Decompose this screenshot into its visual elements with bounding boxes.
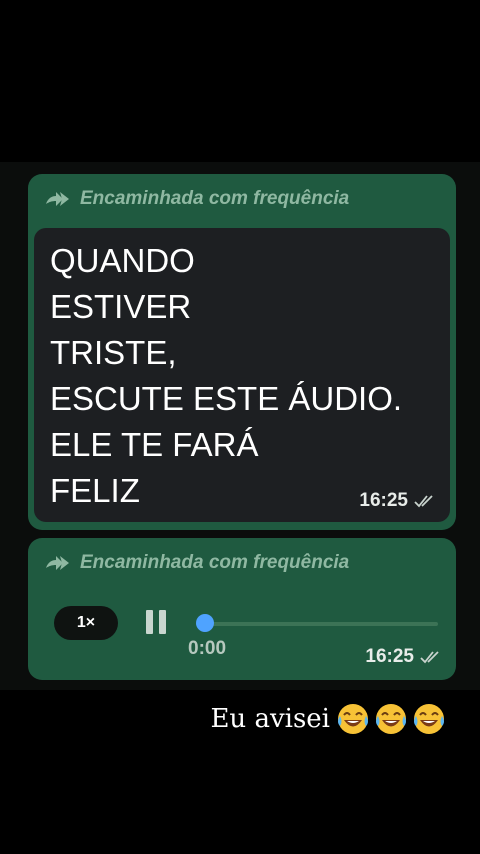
tears-of-joy-emoji-icon [376, 704, 406, 734]
message-line: ESTIVER [50, 288, 192, 325]
message-line: TRISTE, [50, 334, 177, 371]
tears-of-joy-emoji-icon [338, 704, 368, 734]
message-text: QUANDO ESTIVER TRISTE, ESCUTE ESTE ÁUDIO… [50, 238, 402, 514]
forwarded-header: Encaminhada com frequência [44, 188, 349, 210]
message-bubble-text[interactable]: Encaminhada com frequência QUANDO ESTIVE… [28, 174, 456, 530]
audio-duration: 0:00 [188, 638, 227, 659]
playback-speed-button[interactable]: 1× [54, 606, 118, 640]
caption-text: Eu avisei [210, 704, 330, 734]
message-timestamp: 16:25 [365, 646, 442, 668]
forwarded-label: Encaminhada com frequência [80, 552, 350, 573]
forwarded-icon [46, 192, 69, 206]
forwarded-label: Encaminhada com frequência [80, 188, 350, 209]
forwarded-icon [46, 556, 69, 570]
double-check-icon [420, 651, 439, 664]
message-line: ESCUTE ESTE ÁUDIO. [50, 380, 403, 417]
timestamp-text: 16:25 [359, 490, 408, 511]
tears-of-joy-emoji-icon [414, 704, 444, 734]
pause-icon[interactable] [146, 610, 168, 634]
quoted-message-card: QUANDO ESTIVER TRISTE, ESCUTE ESTE ÁUDIO… [34, 228, 450, 522]
emoji-group [336, 702, 446, 736]
message-timestamp: 16:25 [359, 490, 436, 512]
message-bubble-audio[interactable]: Encaminhada com frequência 1× 0:00 16:25 [28, 538, 456, 680]
video-caption: Eu avisei [210, 702, 446, 736]
timestamp-text: 16:25 [365, 646, 414, 667]
double-check-icon [414, 495, 433, 508]
message-line: FELIZ [50, 472, 140, 509]
message-line: QUANDO [50, 242, 195, 279]
audio-seek-knob[interactable] [196, 614, 214, 632]
audio-progress-track[interactable] [196, 622, 438, 626]
forwarded-header: Encaminhada com frequência [44, 552, 349, 574]
message-line: ELE TE FARÁ [50, 426, 259, 463]
